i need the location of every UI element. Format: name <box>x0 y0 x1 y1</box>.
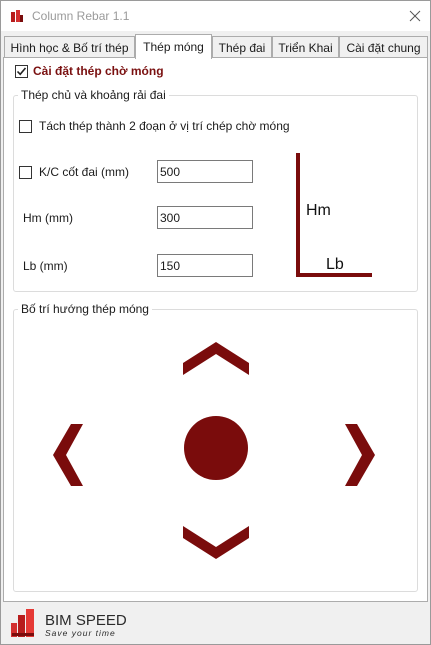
column-rebar-app-icon <box>10 9 24 23</box>
foundation-dowel-checkbox[interactable]: Cài đặt thép chờ móng <box>15 64 164 78</box>
chevron-left-icon <box>53 424 83 486</box>
tab-deployment[interactable]: Triển Khai <box>272 36 339 58</box>
tab-general-settings[interactable]: Cài đặt chung <box>339 36 428 58</box>
checkbox-box[interactable] <box>19 119 32 133</box>
lb-input[interactable] <box>157 254 253 277</box>
lb-label: Lb (mm) <box>23 259 68 273</box>
stirrup-spacing-input[interactable] <box>157 160 253 183</box>
tab-geometry-layout[interactable]: Hình học & Bố trí thép <box>4 36 135 58</box>
direction-up-button[interactable] <box>183 342 249 375</box>
stirrup-spacing-label: K/C cốt đai (mm) <box>39 165 130 179</box>
hm-label: Hm (mm) <box>23 211 73 225</box>
tab-foundation-rebar[interactable]: Thép móng <box>135 34 212 59</box>
window-title: Column Rebar 1.1 <box>32 9 130 23</box>
direction-pad <box>49 339 379 561</box>
chevron-up-icon <box>183 342 249 375</box>
chevron-right-icon <box>345 424 375 486</box>
checkbox-box[interactable] <box>15 64 28 78</box>
title-bar: Column Rebar 1.1 <box>1 1 430 31</box>
foundation-dowel-label: Cài đặt thép chờ móng <box>33 64 164 78</box>
group-direction-title: Bố trí hướng thép móng <box>18 302 152 316</box>
direction-down-button[interactable] <box>183 526 249 559</box>
app-window: Column Rebar 1.1 Hình học & Bố trí thép … <box>0 0 431 645</box>
checkbox-box[interactable] <box>19 165 32 179</box>
stirrup-spacing-checkbox[interactable]: K/C cốt đai (mm) <box>19 165 129 179</box>
hm-input[interactable] <box>157 206 253 229</box>
tab-stirrup[interactable]: Thép đai <box>212 36 272 58</box>
direction-center-button[interactable] <box>184 416 248 480</box>
direction-left-button[interactable] <box>53 424 83 486</box>
chevron-down-icon <box>183 526 249 559</box>
rebar-shape-diagram: Hm Lb <box>281 149 381 281</box>
bimspeed-logo: BIM SPEED Save your time <box>9 605 149 641</box>
split-rebar-label: Tách thép thành 2 đoạn ở vị trí chép chờ… <box>39 119 290 133</box>
split-rebar-checkbox[interactable]: Tách thép thành 2 đoạn ở vị trí chép chờ… <box>19 119 290 133</box>
direction-right-button[interactable] <box>345 424 375 486</box>
bimspeed-logo-icon <box>11 609 34 637</box>
close-button[interactable] <box>400 1 430 31</box>
brand-name: BIM SPEED <box>45 612 127 629</box>
center-circle-icon <box>184 416 248 480</box>
diagram-lb-text: Lb <box>326 256 344 273</box>
diagram-hm-text: Hm <box>306 202 331 219</box>
brand-tagline: Save your time <box>45 628 116 638</box>
checkmark-icon <box>16 66 27 75</box>
group-main-rebar-title: Thép chủ và khoảng rải đai <box>18 88 169 102</box>
close-icon <box>409 10 421 22</box>
